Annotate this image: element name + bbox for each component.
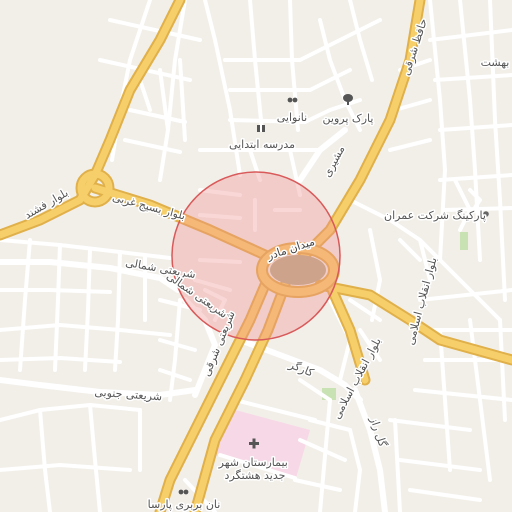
poi-label[interactable]: پارک پروین [321, 111, 375, 127]
poi-label-line: بیمارستان شهر [218, 456, 288, 469]
poi-label[interactable]: مدرسه ابتدایی [227, 137, 296, 153]
poi-label[interactable]: نان بربری پارسا [146, 497, 222, 512]
poi-label-line: جدید هشتگرد [225, 469, 286, 482]
poi-label[interactable]: نانوایی [275, 110, 308, 126]
area-label-behesht: بهشت [481, 56, 510, 69]
map-canvas[interactable]: حافظ شرقی بلوار فشند بلوار بسیج غربی مید… [0, 0, 512, 512]
highlight-area[interactable] [172, 172, 340, 340]
poi-label[interactable]: پارکینگ شرکت عمران [383, 208, 488, 224]
map-view[interactable]: حافظ شرقی بلوار فشند بلوار بسیج غربی مید… [0, 0, 512, 512]
park-patch [460, 232, 468, 250]
poi-label[interactable]: بیمارستان شهر جدید هشتگرد [216, 455, 292, 484]
